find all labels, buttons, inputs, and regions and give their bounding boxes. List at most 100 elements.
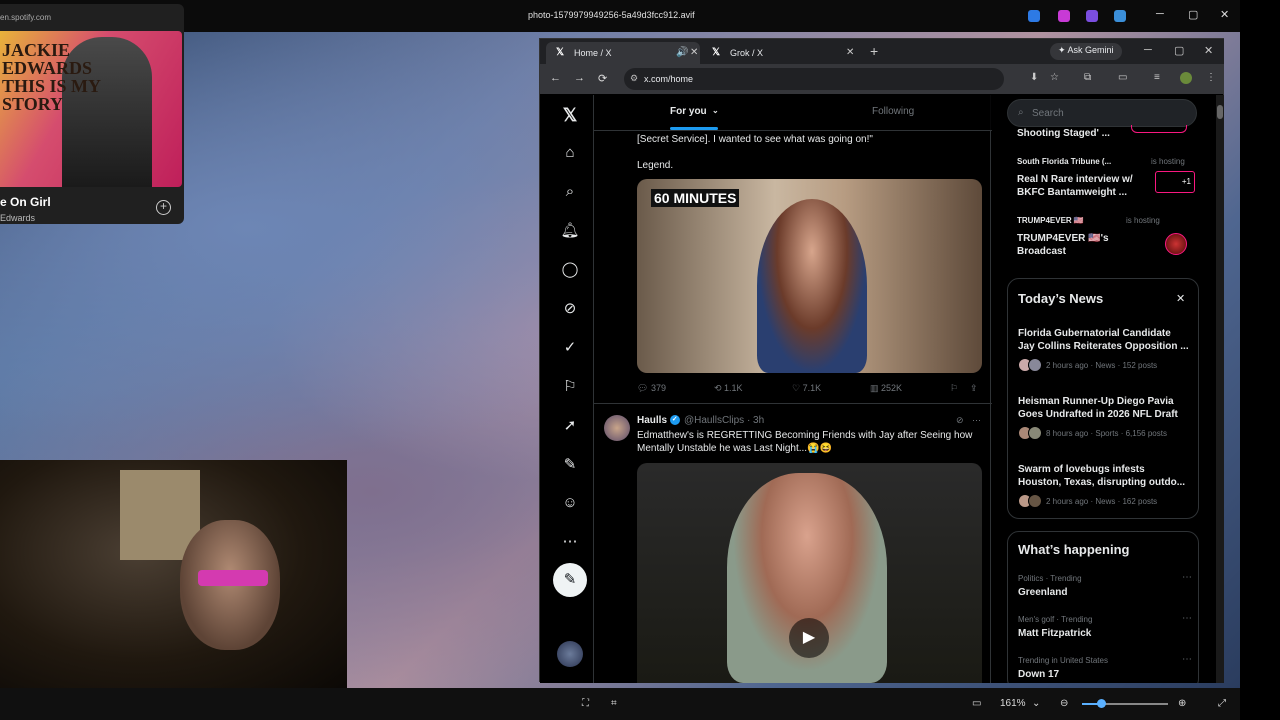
- speaker-icon[interactable]: 🔊: [676, 47, 688, 58]
- active-tab-indicator: [670, 127, 718, 130]
- browser-toolbar: ← → ⟳ ⚙ x.com/home ⬇ ☆ ⧉ ▭ ≡ ⋮: [540, 64, 1224, 94]
- play-icon[interactable]: ▶: [789, 618, 829, 658]
- trend-name[interactable]: Down 17: [1018, 669, 1059, 680]
- copilot-icon[interactable]: [1058, 10, 1070, 22]
- whats-happening-title: What’s happening: [1018, 542, 1130, 557]
- bookmark-star-icon[interactable]: ☆: [1050, 72, 1059, 83]
- site-info-icon[interactable]: ⚙: [630, 73, 638, 84]
- tab-close-icon[interactable]: ✕: [846, 47, 854, 58]
- news-avatars: [1018, 494, 1046, 508]
- fit-icon[interactable]: ⛶: [582, 698, 589, 709]
- news-avatars: [1018, 358, 1046, 372]
- window-size-icon[interactable]: ▭: [972, 698, 981, 709]
- browser-close-button[interactable]: ✕: [1204, 44, 1213, 57]
- tab-following[interactable]: Following: [872, 106, 914, 117]
- forward-button[interactable]: →: [574, 72, 585, 84]
- trend-more-icon[interactable]: ⋯: [1182, 654, 1192, 665]
- tweet-author-avatar[interactable]: [604, 415, 630, 441]
- extensions-icon[interactable]: ⧉: [1084, 72, 1091, 83]
- tweet-divider: [594, 403, 992, 404]
- tweet-text: [Secret Service]. I wanted to see what w…: [637, 134, 873, 145]
- x-logo-icon: 𝕏: [712, 47, 721, 58]
- minimize-button[interactable]: ─: [1156, 8, 1164, 20]
- profile-avatar-icon[interactable]: [1180, 72, 1192, 84]
- maximize-button[interactable]: ▢: [1188, 8, 1198, 21]
- zoom-dropdown-icon[interactable]: ⌄: [1032, 698, 1040, 709]
- ask-gemini-button[interactable]: ✦ Ask Gemini: [1050, 43, 1122, 60]
- compose-post-button[interactable]: ✎: [553, 563, 587, 597]
- search-icon[interactable]: ⌕: [560, 182, 580, 202]
- tweet-media-video[interactable]: 60 MINUTES: [637, 179, 982, 373]
- install-icon[interactable]: ⬇: [1030, 72, 1038, 83]
- tab-strip: 𝕏 Home / X 🔊 ✕ 𝕏 Grok / X ✕ + ✦ Ask Gemi…: [540, 39, 1224, 64]
- news-headline[interactable]: Florida Gubernatorial Candidate Jay Coll…: [1018, 327, 1190, 353]
- bookmark-icon[interactable]: ⚐: [560, 377, 580, 397]
- search-input[interactable]: ⌕ Search: [1007, 99, 1197, 127]
- photo-viewer-titlebar: photo-1579979949256-5a49d3fcc912.avif ─ …: [0, 0, 1240, 32]
- tab-for-you[interactable]: For you: [670, 106, 707, 117]
- bookmark-tweet-icon[interactable]: ⚐: [950, 383, 958, 394]
- fullscreen-icon[interactable]: ⤢: [1218, 698, 1226, 709]
- chat-icon[interactable]: ◯: [560, 260, 580, 280]
- verified-icon[interactable]: ✓: [560, 338, 580, 358]
- reload-button[interactable]: ⟳: [598, 72, 607, 85]
- new-tab-button[interactable]: +: [870, 43, 878, 59]
- trend-name[interactable]: Matt Fitzpatrick: [1018, 628, 1091, 639]
- zoom-level[interactable]: 161%: [1000, 698, 1026, 709]
- tab-home-x[interactable]: 𝕏 Home / X 🔊 ✕: [546, 42, 700, 64]
- media-icon[interactable]: ≡: [1154, 72, 1160, 83]
- bell-icon[interactable]: 🔔︎: [560, 221, 580, 241]
- chevron-down-icon[interactable]: ⌄: [712, 106, 719, 115]
- rocket-icon[interactable]: ➚: [560, 416, 580, 436]
- edit-icon[interactable]: [1028, 10, 1040, 22]
- zoom-in-icon[interactable]: ⊕: [1178, 698, 1186, 709]
- tweet-more-icon[interactable]: ⋯: [972, 415, 981, 426]
- share-tweet-icon[interactable]: ⇪: [970, 383, 978, 394]
- close-icon[interactable]: ✕: [1176, 292, 1185, 305]
- tab-grok-x[interactable]: 𝕏 Grok / X ✕: [702, 42, 856, 64]
- cloud-icon[interactable]: [1114, 10, 1126, 22]
- trend-name[interactable]: Greenland: [1018, 587, 1067, 598]
- news-headline[interactable]: Heisman Runner-Up Diego Pavia Goes Undra…: [1018, 395, 1190, 421]
- trend-context: Politics · Trending: [1018, 574, 1082, 583]
- menu-icon[interactable]: ⋮: [1206, 72, 1216, 83]
- page-scrollbar[interactable]: [1216, 95, 1224, 683]
- profile-icon[interactable]: ☺: [560, 493, 580, 513]
- news-headline[interactable]: Swarm of lovebugs infests Houston, Texas…: [1018, 463, 1190, 489]
- crop-icon[interactable]: ⌗: [611, 698, 617, 709]
- share-icon[interactable]: [1086, 10, 1098, 22]
- pen-icon[interactable]: ✎: [560, 455, 580, 475]
- browser-minimize-button[interactable]: ─: [1144, 44, 1152, 56]
- grok-tweet-icon[interactable]: ⊘: [956, 415, 964, 426]
- repost-button[interactable]: ⟲ 1.1K: [714, 383, 743, 394]
- home-icon[interactable]: ⌂: [560, 143, 580, 163]
- right-sidebar: ⌕ Search Shooting Staged' ... South Flor…: [1001, 95, 1217, 683]
- view-count: 252K: [881, 383, 903, 393]
- trend-more-icon[interactable]: ⋯: [1182, 572, 1192, 583]
- space-title: Shooting Staged' ...: [1017, 128, 1110, 139]
- tweet-media-video[interactable]: ▶: [637, 463, 982, 683]
- trend-more-icon[interactable]: ⋯: [1182, 613, 1192, 624]
- tab-close-icon[interactable]: ✕: [690, 47, 698, 58]
- zoom-slider-thumb[interactable]: [1097, 699, 1106, 708]
- views-button[interactable]: ▥ 252K: [870, 383, 902, 394]
- sidepanel-icon[interactable]: ▭: [1118, 72, 1127, 83]
- close-button[interactable]: ✕: [1220, 8, 1229, 21]
- add-to-library-icon[interactable]: +: [156, 200, 171, 215]
- space-title: TRUMP4EVER 🇺🇸's Broadcast: [1017, 233, 1109, 257]
- browser-maximize-button[interactable]: ▢: [1174, 44, 1184, 57]
- like-button[interactable]: ♡ 7.1K: [792, 383, 821, 394]
- grok-icon[interactable]: ⊘: [560, 299, 580, 319]
- zoom-out-icon[interactable]: ⊖: [1060, 698, 1068, 709]
- tweet-author-name[interactable]: Haulls ✓: [637, 415, 680, 426]
- tab-label: Home / X: [574, 48, 612, 58]
- viewer-bottom-bar: ⛶ ⌗ ▭ 161% ⌄ ⊖ ⊕ ⤢: [0, 688, 1240, 720]
- spotify-url: en.spotify.com: [0, 13, 51, 22]
- reply-button[interactable]: 💬︎ 379: [637, 383, 666, 394]
- scrollbar-thumb[interactable]: [1217, 105, 1223, 119]
- account-avatar[interactable]: [557, 641, 583, 667]
- address-bar[interactable]: ⚙ x.com/home: [624, 68, 1004, 90]
- more-icon[interactable]: ⋯: [560, 532, 580, 552]
- x-home-logo-icon[interactable]: 𝕏: [560, 105, 580, 125]
- back-button[interactable]: ←: [550, 72, 561, 84]
